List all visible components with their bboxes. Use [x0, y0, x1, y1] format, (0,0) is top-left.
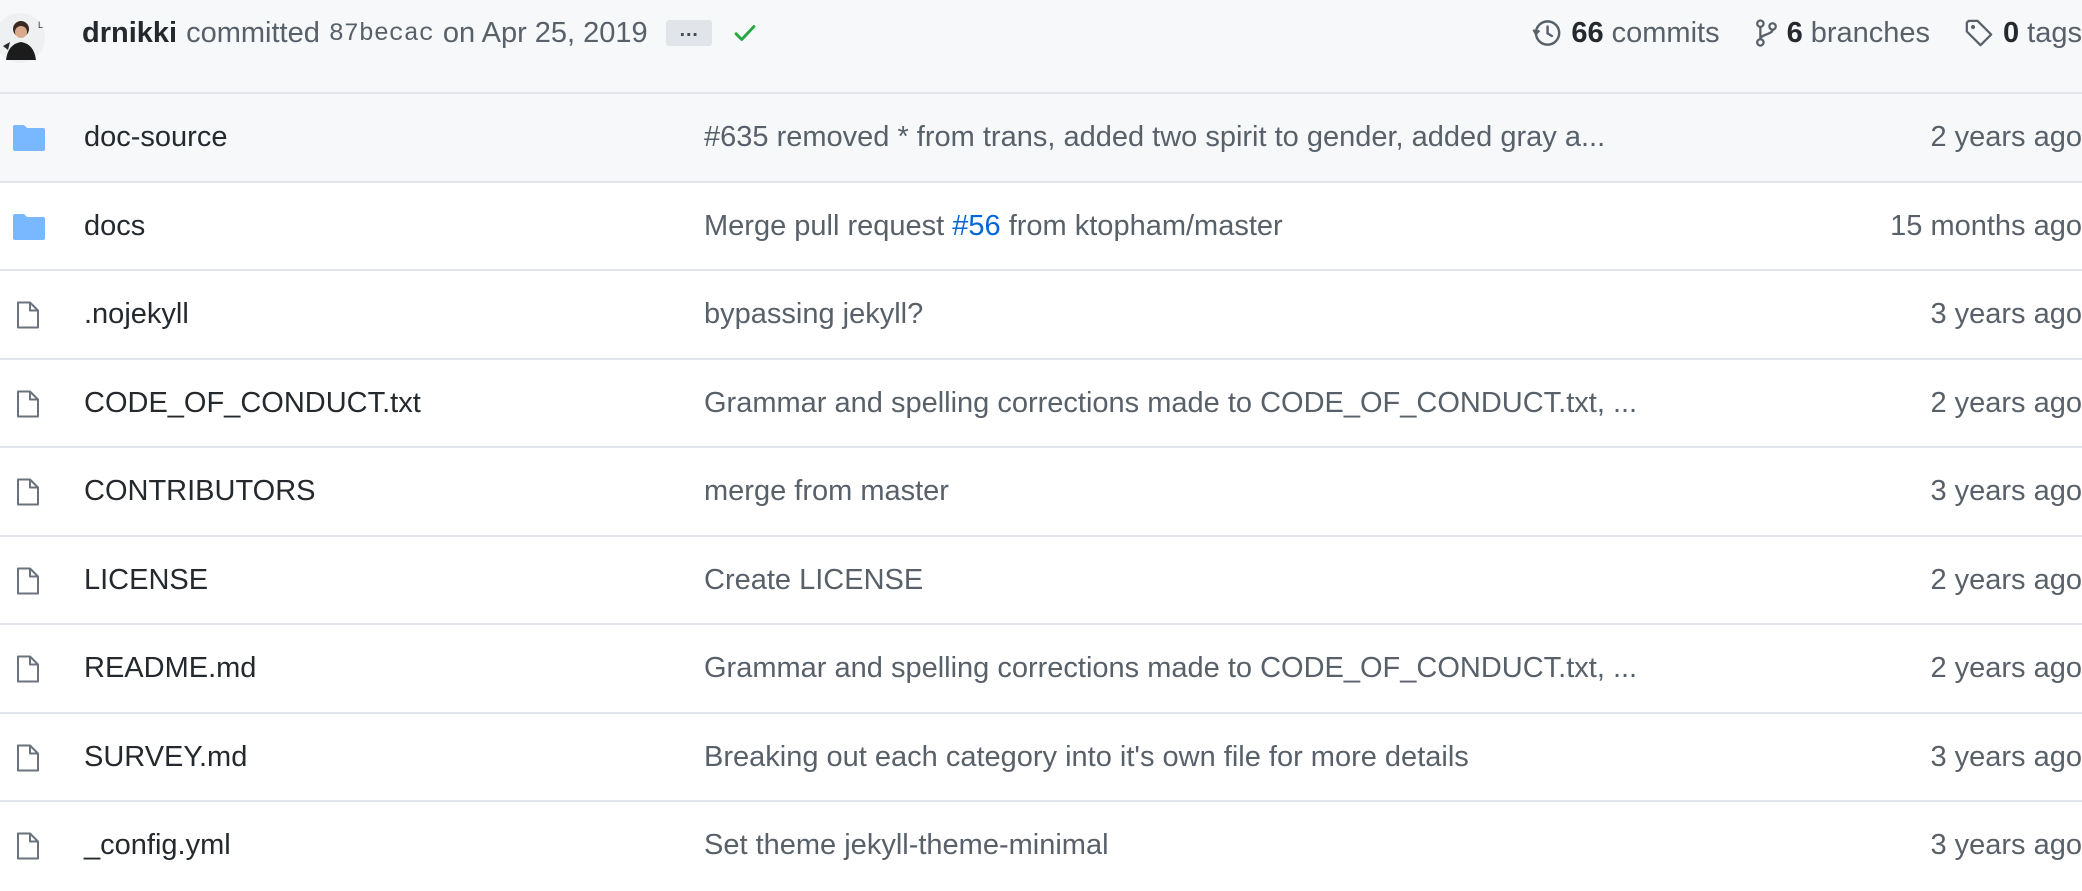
file-name-link[interactable]: docs [84, 183, 145, 269]
commits-label: commits [1611, 16, 1720, 49]
commit-message-link[interactable]: bypassing jekyll? [704, 271, 923, 357]
file-row[interactable]: CONTRIBUTORS merge from master 3 years a… [0, 448, 2082, 537]
tags-count: 0 [2003, 16, 2020, 49]
expand-commit-message-button[interactable]: … [665, 20, 712, 46]
svg-text:L: L [38, 20, 43, 30]
commit-age: 2 years ago [1930, 652, 2082, 684]
file-row[interactable]: doc-source #635 removed * from trans, ad… [0, 94, 2082, 183]
file-row[interactable]: docs Merge pull request #56 from ktopham… [0, 183, 2082, 271]
file-list: doc-source #635 removed * from trans, ad… [0, 94, 2082, 891]
commit-author-link[interactable]: drnikki [82, 17, 177, 50]
commit-message-link[interactable]: Grammar and spelling corrections made to… [704, 360, 1637, 446]
commit-age: 2 years ago [1930, 563, 2082, 596]
folder-icon [13, 213, 45, 240]
file-icon [17, 832, 39, 860]
commit-message-link[interactable]: from ktopham/master [1001, 210, 1283, 242]
file-row[interactable]: README.md Grammar and spelling correctio… [0, 625, 2082, 714]
file-icon [17, 655, 39, 683]
file-name-link[interactable]: CONTRIBUTORS [84, 448, 315, 534]
commit-message-link[interactable]: #635 removed * from trans, added two spi… [704, 94, 1605, 180]
commit-message-link[interactable]: Grammar and spelling corrections made to… [704, 625, 1637, 711]
branches-link[interactable]: 6 branches [1754, 17, 1930, 50]
commit-age: 2 years ago [1930, 121, 2082, 153]
file-icon [17, 478, 39, 506]
file-icon [17, 301, 39, 329]
file-name-link[interactable]: SURVEY.md [84, 714, 247, 800]
commit-age: 3 years ago [1930, 829, 2082, 861]
file-row[interactable]: LICENSE Create LICENSE 2 years ago [0, 537, 2082, 625]
file-name-link[interactable]: LICENSE [84, 537, 208, 623]
commit-age: 2 years ago [1930, 386, 2082, 419]
file-name-link[interactable]: _config.yml [84, 802, 231, 888]
commit-age: 15 months ago [1890, 209, 2082, 242]
file-row[interactable]: _config.yml Set theme jekyll-theme-minim… [0, 802, 2082, 891]
file-name-link[interactable]: doc-source [84, 94, 227, 180]
git-branch-icon [1755, 19, 1777, 47]
folder-icon [13, 125, 45, 151]
latest-commit-summary: drnikki committed 87becac on Apr 25, 201… [82, 13, 758, 53]
tag-icon [1965, 19, 1993, 47]
branches-label: branches [1810, 16, 1931, 49]
file-name-link[interactable]: .nojekyll [84, 271, 189, 357]
repo-stats: 66 commits 6 branches 0 tags [1498, 13, 2082, 53]
commits-count: 66 [1571, 16, 1604, 49]
latest-commit-bar: L drnikki committed 87becac on Apr 25, 2… [0, 0, 2082, 94]
branches-count: 6 [1786, 16, 1803, 49]
file-row[interactable]: .nojekyll bypassing jekyll? 3 years ago [0, 271, 2082, 360]
history-icon [1532, 20, 1561, 46]
file-icon [17, 567, 39, 594]
commit-message: Merge pull request #56 from ktopham/mast… [704, 183, 1283, 269]
commit-message-link[interactable]: Breaking out each category into it's own… [704, 714, 1469, 800]
avatar[interactable]: L [0, 12, 46, 64]
commit-sha-link[interactable]: 87becac [329, 19, 434, 48]
tags-label: tags [2027, 16, 2082, 49]
commit-message-link[interactable]: Merge pull request [704, 210, 952, 242]
file-icon [17, 744, 39, 771]
commit-message-link[interactable]: Set theme jekyll-theme-minimal [704, 802, 1109, 888]
commit-message-link[interactable]: Create LICENSE [704, 537, 923, 623]
file-name-link[interactable]: README.md [84, 625, 256, 711]
check-icon[interactable] [732, 20, 758, 46]
commits-link[interactable]: 66 commits [1532, 16, 1720, 50]
file-row[interactable]: CODE_OF_CONDUCT.txt Grammar and spelling… [0, 360, 2082, 448]
file-icon [17, 390, 39, 417]
commit-age: 3 years ago [1930, 475, 2082, 507]
tags-link[interactable]: 0 tags [1964, 17, 2082, 50]
commit-date: on Apr 25, 2019 [442, 16, 648, 49]
commit-message-link[interactable]: merge from master [704, 448, 949, 534]
committed-label: committed [186, 16, 320, 49]
file-row[interactable]: SURVEY.md Breaking out each category int… [0, 714, 2082, 802]
commit-age: 3 years ago [1930, 298, 2082, 330]
pull-request-link[interactable]: #56 [952, 210, 1000, 242]
file-name-link[interactable]: CODE_OF_CONDUCT.txt [84, 360, 421, 446]
commit-age: 3 years ago [1930, 740, 2082, 773]
